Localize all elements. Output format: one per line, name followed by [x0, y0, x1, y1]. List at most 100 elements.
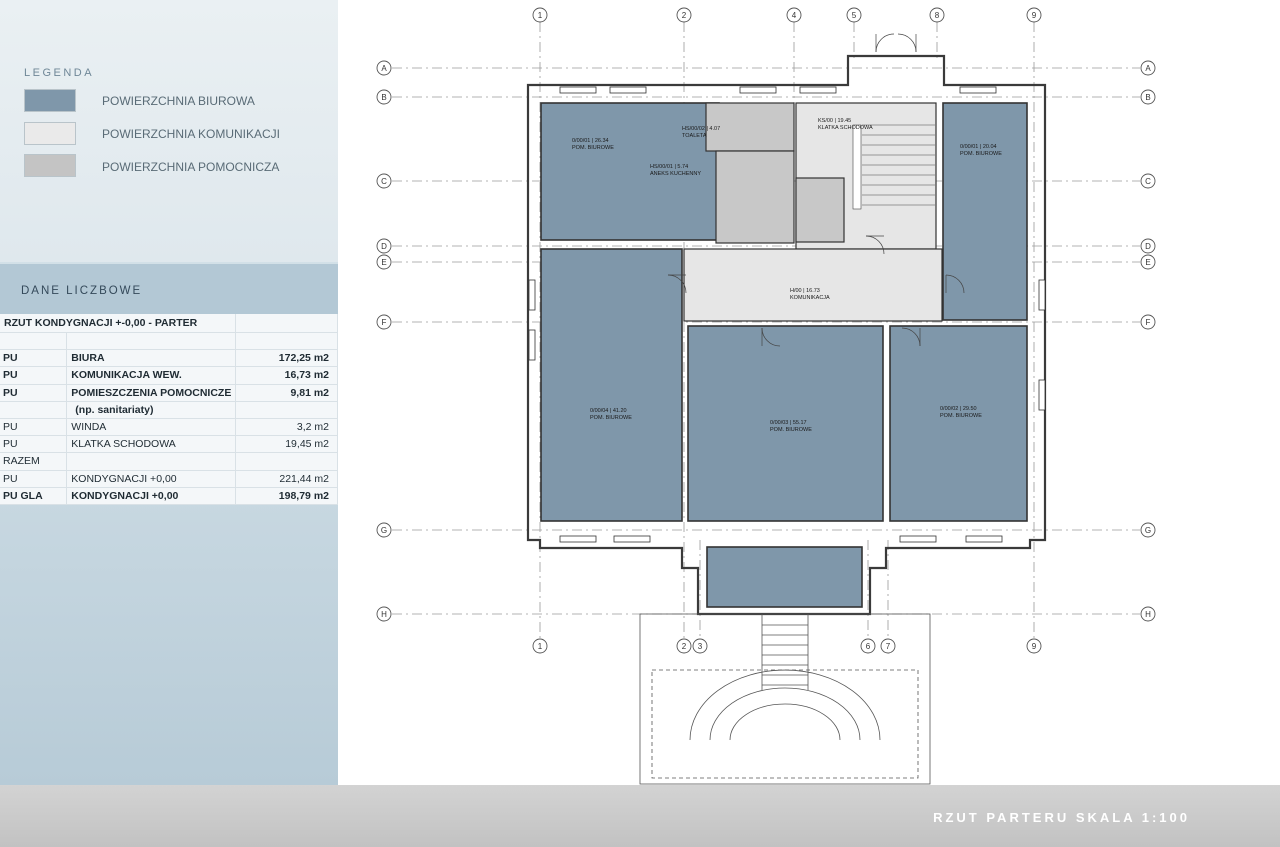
room-label-name: KOMUNIKACJA [790, 295, 830, 301]
plan-caption: RZUT PARTERU SKALA 1:100 [933, 810, 1190, 825]
room-corridor [683, 248, 943, 322]
grid-bubble-col-top: 1 [532, 7, 548, 23]
grid-bubble-row-left-label: A [381, 64, 387, 73]
grid-bubble-row-right: C [1140, 173, 1156, 189]
grid-bubble-row-right-label: B [1145, 93, 1150, 102]
area-data-table: RZUT KONDYGNACJI +-0,00 - PARTER PU BIURA… [0, 314, 338, 505]
room-office-top-right [942, 102, 1028, 321]
grid-bubble-col-top-label: 1 [538, 11, 543, 20]
grid-bubble-col-bottom: 6 [860, 638, 876, 654]
table-header-empty [235, 314, 338, 333]
row-value: 19,45 m2 [235, 435, 338, 454]
table-row: PU POMIESZCZENIA POMOCNICZE 9,81 m2 [0, 384, 338, 402]
grid-bubble-row-right-label: F [1146, 318, 1151, 327]
grid-bubble-col-top: 5 [846, 7, 862, 23]
row-code: RAZEM [0, 452, 68, 471]
grid-bubble-col-bottom-label: 2 [682, 642, 687, 651]
row-code: PU GLA [0, 487, 68, 505]
grid-bubble-row-right-label: D [1145, 242, 1151, 251]
room-label-name: TOALETA [682, 133, 707, 139]
grid-bubble-row-right: G [1140, 522, 1156, 538]
row-value: 172,25 m2 [235, 349, 338, 368]
row-code: PU [0, 470, 68, 488]
grid-bubble-row-right: H [1140, 606, 1156, 622]
row-value: 3,2 m2 [235, 418, 338, 437]
row-label: KONDYGNACJI +0,00 [66, 470, 237, 488]
grid-bubble-col-bottom-label: 3 [698, 642, 703, 651]
row-value: 16,73 m2 [235, 366, 338, 385]
room-label-name: KLATKA SCHODOWA [818, 125, 873, 131]
grid-bubble-row-right: F [1140, 314, 1156, 330]
table-row: PU BIURA 172,25 m2 [0, 349, 338, 368]
legend-label-office: POWIERZCHNIA BIUROWA [102, 94, 255, 108]
table-row: PU GLA KONDYGNACJI +0,00 198,79 m2 [0, 487, 338, 505]
grid-bubble-col-bottom: 9 [1026, 638, 1042, 654]
row-value [235, 401, 338, 419]
grid-bubble-row-right-label: C [1145, 177, 1151, 186]
legend-swatch-auxiliary [24, 154, 76, 177]
table-row: PU KLATKA SCHODOWA 19,45 m2 [0, 435, 338, 454]
row-code: PU [0, 418, 68, 437]
row-code [0, 332, 68, 351]
room-label-code: 0/00/02 | 29.50 [940, 406, 977, 412]
row-label: (np. sanitariaty) [66, 401, 237, 419]
legend-label-auxiliary: POWIERZCHNIA POMOCNICZA [102, 160, 280, 174]
grid-bubble-col-top-label: 2 [682, 11, 687, 20]
grid-bubble-row-left: A [376, 60, 392, 76]
row-value: 221,44 m2 [235, 470, 338, 488]
row-label: KLATKA SCHODOWA [66, 435, 237, 454]
grid-bubble-col-bottom: 2 [676, 638, 692, 654]
grid-bubble-row-left: E [376, 254, 392, 270]
grid-bubble-col-top-label: 4 [792, 11, 797, 20]
row-label: KONDYGNACJI +0,00 [66, 487, 237, 505]
table-header-cell: RZUT KONDYGNACJI +-0,00 - PARTER [0, 314, 237, 333]
room-label-name: POM. BIUROWE [940, 413, 982, 419]
grid-bubble-col-top: 8 [929, 7, 945, 23]
grid-bubble-col-top: 9 [1026, 7, 1042, 23]
table-row: PU KONDYGNACJI +0,00 221,44 m2 [0, 470, 338, 488]
grid-bubble-row-right: B [1140, 89, 1156, 105]
grid-bubble-row-right-label: E [1145, 258, 1150, 267]
grid-bubble-row-right: D [1140, 238, 1156, 254]
grid-bubble-row-left-label: H [381, 610, 387, 619]
table-row [0, 332, 338, 351]
grid-bubble-row-right-label: G [1145, 526, 1151, 535]
room-vestibule [706, 546, 863, 608]
grid-bubble-col-top-label: 5 [852, 11, 857, 20]
table-row: RAZEM [0, 452, 338, 471]
row-label: POMIESZCZENIA POMOCNICZE [66, 384, 237, 402]
table-row: PU WINDA 3,2 m2 [0, 418, 338, 437]
room-label-name: POM. BIUROWE [960, 151, 1002, 157]
table-header-row: RZUT KONDYGNACJI +-0,00 - PARTER [0, 314, 338, 333]
grid-bubble-row-left-label: E [381, 258, 386, 267]
room-label-code: 0/00/04 | 41.20 [590, 408, 627, 414]
room-label-code: HS/00/02 | 4.07 [682, 126, 720, 132]
grid-bubble-row-left: B [376, 89, 392, 105]
sidebar: LEGENDA POWIERZCHNIA BIUROWA POWIERZCHNI… [0, 0, 338, 785]
grid-bubble-row-right: A [1140, 60, 1156, 76]
room-label-code: 0/00/03 | 55.17 [770, 420, 807, 426]
row-label [66, 452, 237, 471]
legend-panel: LEGENDA POWIERZCHNIA BIUROWA POWIERZCHNI… [0, 0, 338, 262]
grid-bubble-row-left: F [376, 314, 392, 330]
grid-bubble-row-left: G [376, 522, 392, 538]
row-value [235, 332, 338, 351]
grid-bubble-col-bottom: 1 [532, 638, 548, 654]
row-label [66, 332, 237, 351]
grid-bubble-row-right-label: H [1145, 610, 1151, 619]
table-row: (np. sanitariaty) [0, 401, 338, 419]
grid-bubble-col-top-label: 8 [935, 11, 940, 20]
legend-title: LEGENDA [24, 67, 95, 79]
grid-bubble-row-left: H [376, 606, 392, 622]
room-label-name: ANEKS KUCHENNY [650, 171, 701, 177]
grid-bubble-row-left-label: F [382, 318, 387, 327]
row-code: PU [0, 349, 68, 368]
grid-bubble-col-bottom-label: 1 [538, 642, 543, 651]
grid-bubble-row-left-label: D [381, 242, 387, 251]
row-value: 198,79 m2 [235, 487, 338, 505]
legend-label-communication: POWIERZCHNIA KOMUNIKACJI [102, 127, 281, 141]
room-label-code: KS/00 | 19.45 [818, 118, 851, 124]
row-code: PU [0, 384, 68, 402]
room-label-code: 0/00/01 | 26.34 [572, 138, 609, 144]
bottom-caption-bar: RZUT PARTERU SKALA 1:100 [0, 785, 1280, 847]
